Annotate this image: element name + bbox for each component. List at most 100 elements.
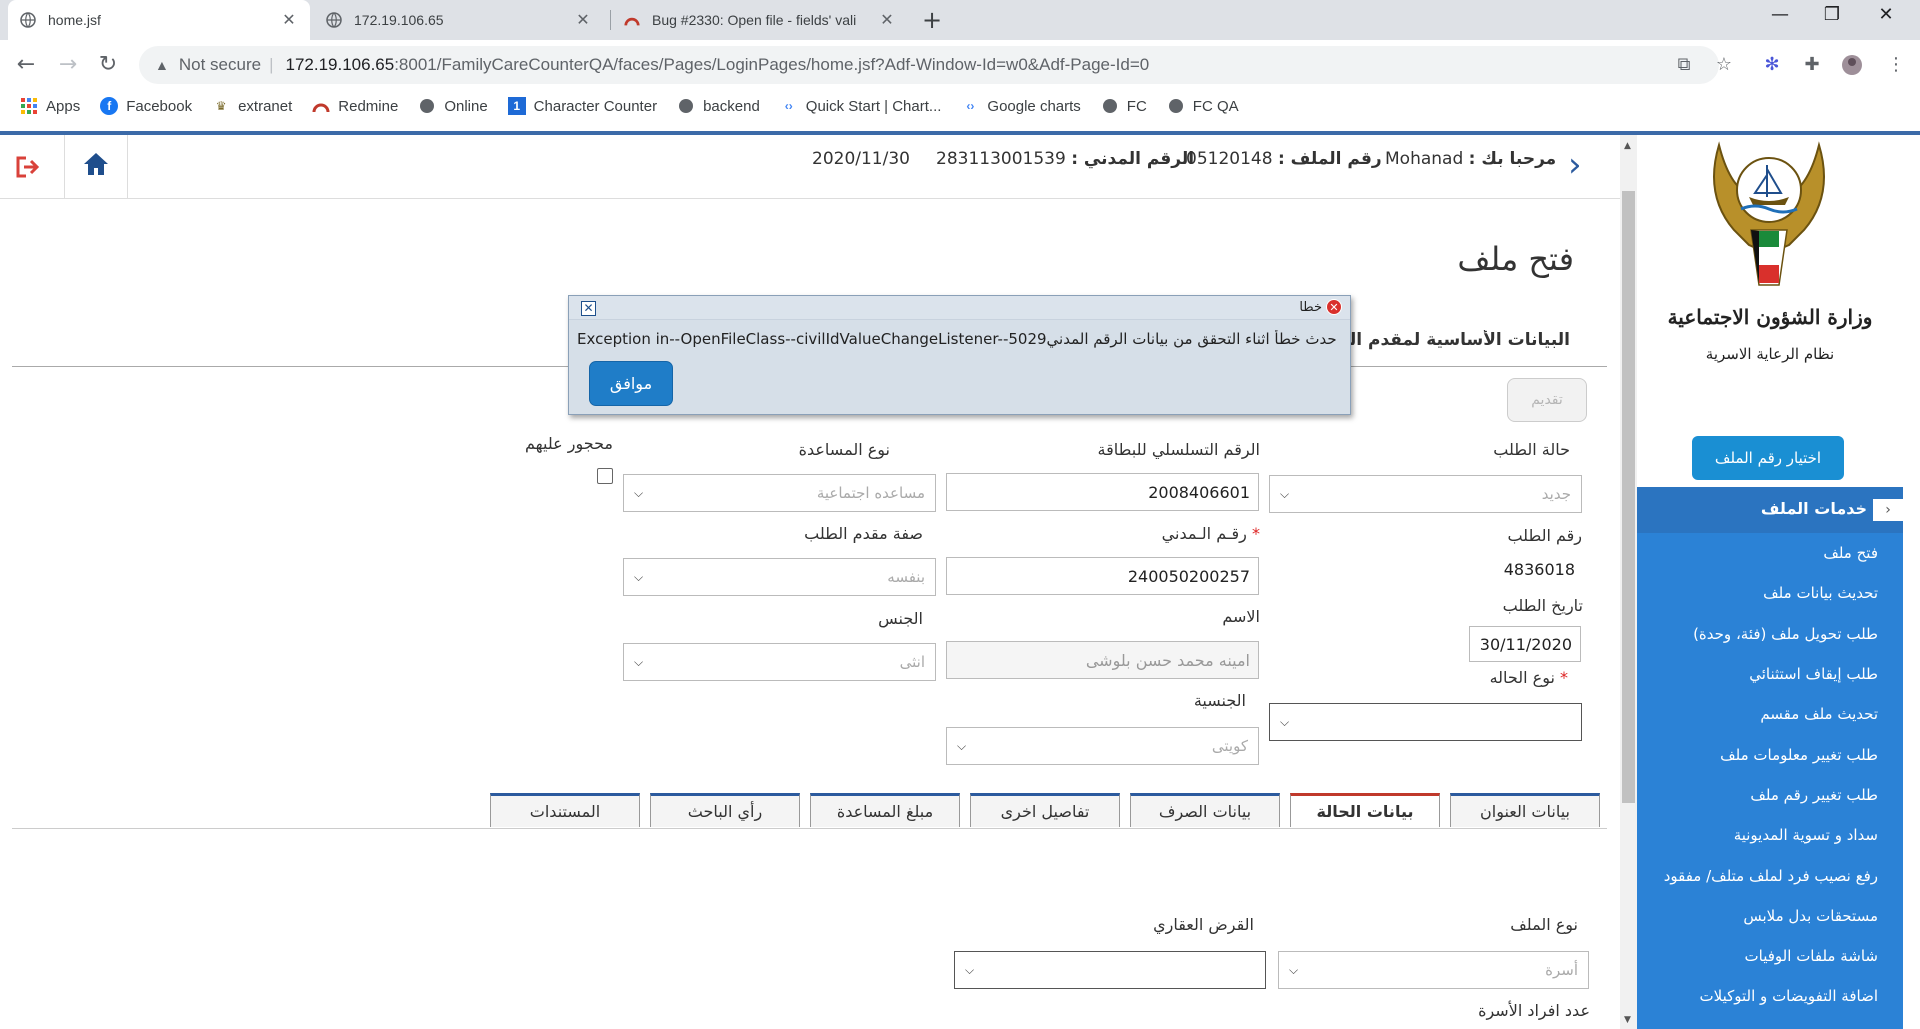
sidebar-item-change-file-info[interactable]: طلب تغيير معلومات ملف [1637, 734, 1903, 774]
window-close-icon[interactable]: ✕ [1866, 4, 1906, 25]
tab-address-data[interactable]: بيانات العنوان [1450, 793, 1600, 827]
tab-researcher-opinion[interactable]: رأي الباحث [650, 793, 800, 827]
file-no-label: رقم الملف : [1277, 149, 1382, 169]
scroll-up-icon[interactable]: ▲ [1624, 141, 1631, 151]
sidebar-item-update-split-file[interactable]: تحديث ملف مقسم [1637, 694, 1903, 734]
card-serial-input[interactable]: 2008406601 [946, 473, 1259, 511]
logout-icon[interactable] [14, 155, 42, 186]
home-button[interactable] [64, 135, 128, 199]
browser-tab-home[interactable]: home.jsf ✕ [8, 0, 310, 40]
bookmark-label: Quick Start | Chart... [805, 97, 942, 115]
bookmark-backend[interactable]: backend [677, 97, 760, 115]
bookmark-google-charts[interactable]: ‹› Google charts [961, 97, 1080, 115]
ok-button[interactable]: موافق [589, 361, 673, 406]
ministry-name: وزارة الشؤون الاجتماعية [1667, 305, 1873, 329]
bookmark-fc[interactable]: FC [1101, 97, 1147, 115]
case-type-label: * نوع الحاله [1489, 668, 1568, 687]
bookmark-fc-qa[interactable]: FC QA [1167, 97, 1239, 115]
family-count-label: عدد افراد الأسرة [1478, 1001, 1590, 1020]
chevron-down-icon: ⌵ [957, 738, 967, 753]
chevron-right-icon[interactable]: › [1568, 145, 1582, 185]
applicant-capacity-select[interactable]: ⌵ بنفسه [623, 558, 936, 596]
bookmark-facebook[interactable]: f Facebook [100, 97, 192, 115]
globe-icon [418, 97, 436, 115]
close-icon[interactable]: ✕ [581, 301, 596, 316]
bookmark-online[interactable]: Online [418, 97, 488, 115]
tab-disbursement-data[interactable]: بيانات الصرف [1130, 793, 1280, 827]
puzzle-icon[interactable]: ✚ [1800, 54, 1824, 75]
address-bar[interactable]: ▲ Not secure | 172.19.106.65:8001/Family… [139, 46, 1719, 84]
civil-no-input[interactable]: 240050200257 [946, 557, 1259, 595]
choose-file-number-button[interactable]: اختيار رقم الملف [1692, 436, 1844, 480]
sidebar-item-debt-settlement[interactable]: سداد و تسوية المديونية [1637, 815, 1903, 855]
page-title: فتح ملف [1457, 240, 1574, 278]
bookmark-extranet[interactable]: ♛ extranet [212, 97, 293, 115]
sidebar-item-death-files[interactable]: شاشة ملفات الوفيات [1637, 936, 1903, 976]
sidebar-item-update-file[interactable]: تحديث بيانات ملف [1637, 573, 1903, 613]
sidebar-item-clothing-allowance[interactable]: مستحقات بدل ملابس [1637, 896, 1903, 936]
extension-gear-icon[interactable]: ✻ [1760, 54, 1784, 75]
sidebar-item-raise-member-share[interactable]: رفع نصيب فرد لملف متلف/ مفقود [1637, 855, 1903, 895]
star-icon[interactable]: ☆ [1712, 54, 1736, 75]
globe-icon [677, 97, 695, 115]
tab-title: Bug #2330: Open file - fields' vali [652, 12, 857, 28]
gender-select[interactable]: ⌵ انثى [623, 643, 936, 681]
page-scrollbar[interactable]: ▲ ▼ [1620, 135, 1637, 1029]
menu-icon[interactable]: ⋮ [1884, 54, 1908, 75]
url-path: :8001/FamilyCareCounterQA/faces/Pages/Lo… [394, 55, 1150, 74]
sidebar-item-open-file[interactable]: فتح ملف [1637, 533, 1903, 573]
translate-icon[interactable]: ⧉ [1672, 54, 1696, 75]
globe-icon [326, 12, 342, 28]
sidebar-item-transfer-file[interactable]: طلب تحويل ملف (فئة، وحدة) [1637, 614, 1903, 654]
file-services-header[interactable]: › خدمات الملف [1637, 487, 1903, 533]
form-tabs: بيانات العنوان بيانات الحالة بيانات الصر… [490, 793, 1600, 829]
bookmark-label: extranet [238, 97, 293, 115]
browser-tab-bug[interactable]: Bug #2330: Open file - fields' vali ✕ [612, 0, 908, 40]
bookmark-label: Google charts [987, 97, 1081, 115]
dialog-header: ✕ ✕ خطا [569, 296, 1350, 320]
interdicted-checkbox[interactable] [597, 468, 613, 484]
user-name: Mohanad [1385, 149, 1464, 169]
close-tab-icon[interactable]: ✕ [878, 10, 896, 30]
close-tab-icon[interactable]: ✕ [574, 10, 592, 30]
header-civil-id: الرقم المدني : 283113001539 [936, 149, 1194, 169]
tab-aid-amount[interactable]: مبلغ المساعدة [810, 793, 960, 827]
chevron-right-icon[interactable]: › [1873, 499, 1903, 521]
chevron-down-icon: ⌵ [634, 569, 644, 584]
restore-icon[interactable]: ❐ [1812, 4, 1852, 25]
bookmark-character-counter[interactable]: 1 Character Counter [507, 97, 657, 115]
bookmark-apps[interactable]: Apps [20, 97, 80, 115]
card-serial-label: الرقم التسلسلي للبطاقة [1097, 440, 1260, 459]
name-input: امينه محمد حسن بلوشى [946, 641, 1259, 679]
sidebar-item-exceptional-stop[interactable]: طلب إيقاف استثنائي [1637, 654, 1903, 694]
code-icon: ‹› [966, 99, 975, 113]
reload-icon[interactable]: ↻ [94, 52, 122, 77]
browser-tab-ip[interactable]: 172.19.106.65 ✕ [314, 0, 604, 40]
tab-case-data[interactable]: بيانات الحالة [1290, 793, 1440, 827]
request-date-input[interactable]: 30/11/2020 [1469, 626, 1581, 662]
browser-tabstrip: home.jsf ✕ 172.19.106.65 ✕ Bug #2330: Op… [0, 0, 1920, 40]
forward-icon[interactable]: → [54, 52, 82, 77]
sidebar-item-add-authorizations[interactable]: اضافة التفويضات و التوكيلات [1637, 976, 1903, 1016]
bookmark-redmine[interactable]: Redmine [312, 97, 398, 115]
bookmark-label: Redmine [338, 97, 399, 115]
nationality-select[interactable]: ⌵ كويتى [946, 727, 1259, 765]
profile-avatar[interactable] [1840, 54, 1864, 81]
tab-documents[interactable]: المستندات [490, 793, 640, 827]
back-icon[interactable]: ← [12, 52, 40, 77]
scroll-down-icon[interactable]: ▼ [1624, 1015, 1631, 1025]
new-tab-icon[interactable]: + [922, 6, 942, 34]
file-type-select[interactable]: ⌵ أسرة [1278, 951, 1589, 989]
close-tab-icon[interactable]: ✕ [280, 10, 298, 30]
case-type-select[interactable]: ⌵ [1269, 703, 1582, 741]
submit-button[interactable]: تقديم [1507, 378, 1587, 422]
request-status-select[interactable]: ⌵ جديد [1269, 475, 1582, 513]
housing-loan-select[interactable]: ⌵ [954, 951, 1266, 989]
minimize-icon[interactable]: — [1760, 4, 1800, 25]
bookmark-quick-start[interactable]: ‹› Quick Start | Chart... [780, 97, 942, 115]
tab-other-details[interactable]: تفاصيل اخرى [970, 793, 1120, 827]
sidebar-item-change-file-number[interactable]: طلب تغيير رقم ملف [1637, 775, 1903, 815]
error-icon: ✕ [1326, 299, 1342, 315]
aid-type-select[interactable]: ⌵ مساعده اجتماعية [623, 474, 936, 512]
scroll-thumb[interactable] [1622, 191, 1635, 803]
